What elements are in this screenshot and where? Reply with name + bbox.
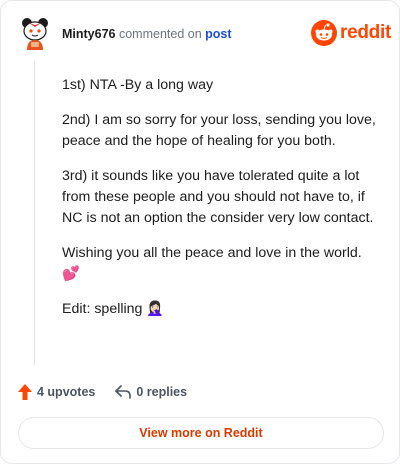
- reddit-logo[interactable]: reddit: [311, 20, 391, 46]
- comment-header: Minty676 commented on post: [62, 27, 232, 41]
- view-more-on-reddit-button[interactable]: View more on Reddit: [18, 417, 384, 449]
- thread-line: [34, 61, 35, 366]
- reply-arrow-icon: [115, 385, 132, 399]
- upvote-arrow-icon: [18, 384, 32, 400]
- upvote-count: 4 upvotes: [37, 385, 96, 399]
- reddit-snoo-icon: [311, 20, 337, 46]
- avatar-icon: [22, 18, 48, 50]
- reddit-wordmark: reddit: [340, 22, 391, 43]
- commented-on-text: commented on: [118, 27, 202, 41]
- comment-body: 1st) NTA -By a long way 2nd) I am so sor…: [62, 75, 382, 334]
- username-link[interactable]: Minty676: [62, 27, 116, 41]
- upvote-button[interactable]: 4 upvotes: [18, 384, 95, 400]
- comment-paragraph: 1st) NTA -By a long way: [62, 77, 214, 93]
- reply-button[interactable]: 0 replies: [115, 385, 187, 399]
- comment-paragraph: 3rd) it sounds like you have tolerated q…: [62, 168, 374, 226]
- comment-paragraph: Wishing you all the peace and love in th…: [62, 245, 362, 282]
- reply-count: 0 replies: [136, 385, 188, 399]
- comment-embed-card: Minty676 commented on post reddit 1st) N…: [0, 0, 400, 464]
- comment-paragraph: Edit: spelling 🤦🏻‍♀️: [62, 301, 165, 317]
- comment-paragraph: 2nd) I am so sorry for your loss, sendin…: [62, 112, 376, 149]
- post-link[interactable]: post: [205, 27, 231, 41]
- comment-actions: 4 upvotes 0 replies: [18, 382, 187, 402]
- user-avatar[interactable]: [20, 17, 50, 51]
